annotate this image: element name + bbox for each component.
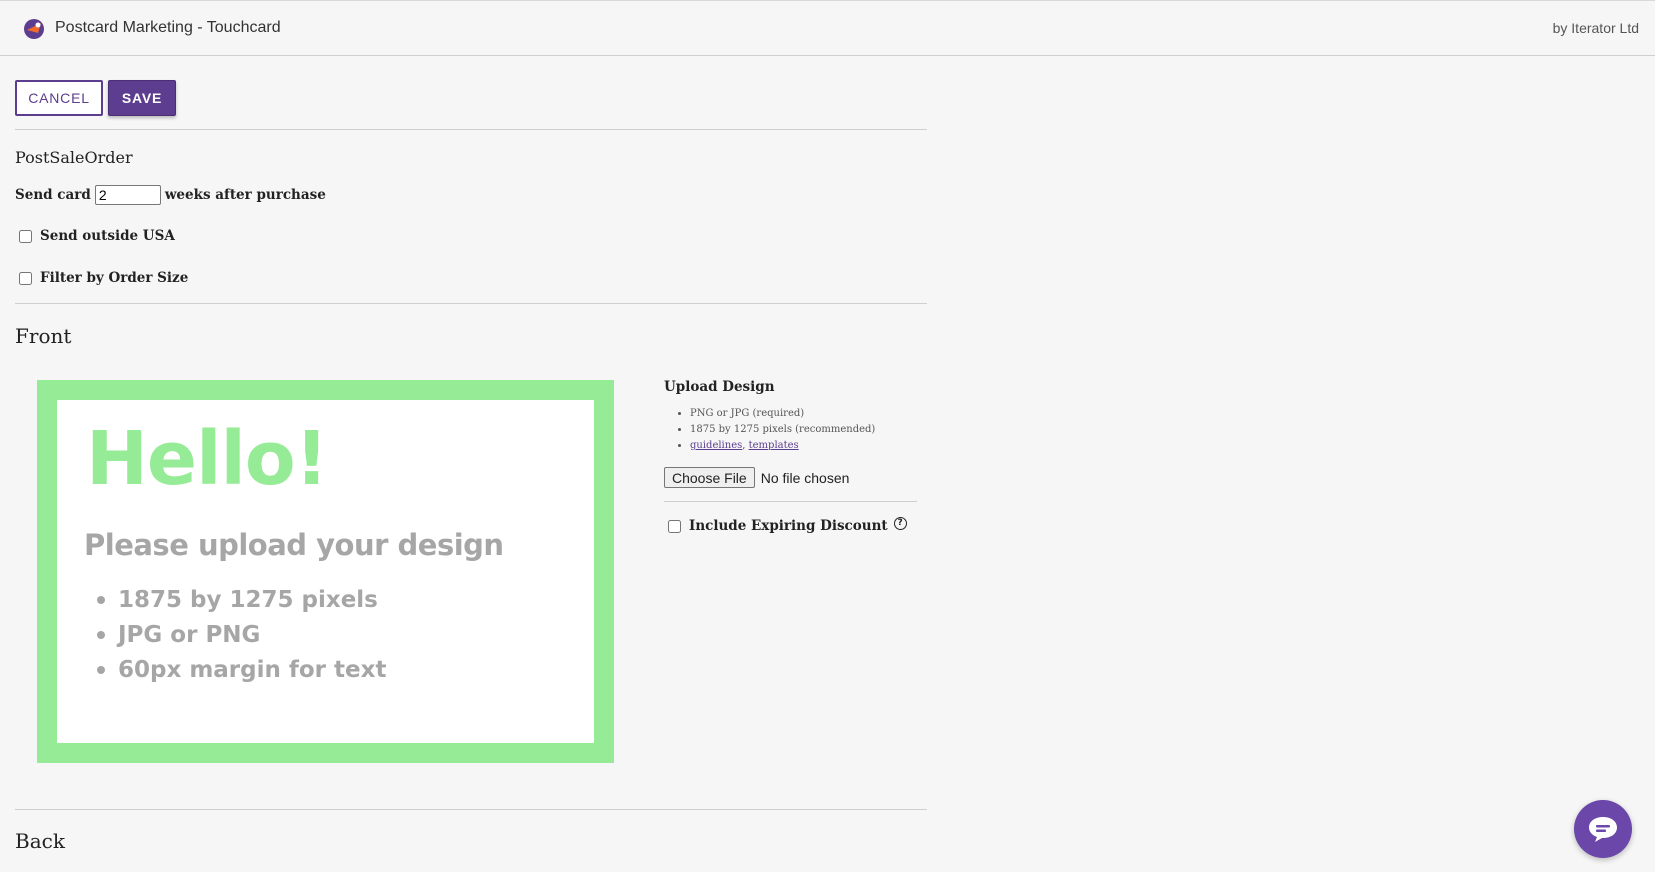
expiring-discount-label: Include Expiring Discount <box>689 518 888 534</box>
front-heading: Front <box>15 324 72 348</box>
campaign-name: PostSaleOrder <box>15 148 133 167</box>
upload-requirements-list: PNG or JPG (required) 1875 by 1275 pixel… <box>690 408 875 456</box>
top-bar: Postcard Marketing - Touchcard by Iterat… <box>0 0 1655 56</box>
weeks-input[interactable] <box>94 185 161 205</box>
list-item: PNG or JPG (required) <box>690 408 875 424</box>
filter-order-size-row[interactable]: Filter by Order Size <box>19 270 188 286</box>
postcard-front-preview: Hello! Please upload your design 1875 by… <box>37 380 614 763</box>
list-item: 1875 by 1275 pixels <box>97 582 386 617</box>
divider <box>664 501 917 502</box>
send-outside-usa-row[interactable]: Send outside USA <box>19 228 175 244</box>
send-outside-usa-checkbox[interactable] <box>19 229 32 243</box>
list-item: guidelines, templates <box>690 440 875 456</box>
link-separator: , <box>742 440 746 451</box>
touchcard-logo-icon <box>24 19 44 39</box>
send-delay-row: Send card weeks after purchase <box>15 185 326 205</box>
filter-order-size-label: Filter by Order Size <box>40 270 189 286</box>
divider <box>15 809 927 810</box>
divider <box>15 303 927 304</box>
postcard-front-canvas: Hello! Please upload your design 1875 by… <box>57 400 594 743</box>
file-upload-control: Choose File No file chosen <box>664 467 849 488</box>
expiring-discount-checkbox[interactable] <box>668 519 681 533</box>
list-item: 60px margin for text <box>97 652 386 687</box>
templates-link[interactable]: templates <box>749 440 799 451</box>
back-heading: Back <box>15 829 65 853</box>
filter-order-size-checkbox[interactable] <box>19 271 32 285</box>
vendor-credit: by Iterator Ltd <box>1552 20 1639 36</box>
cancel-button[interactable]: CANCEL <box>15 80 103 116</box>
card-requirements-list: 1875 by 1275 pixels JPG or PNG 60px marg… <box>97 582 386 687</box>
app-title: Postcard Marketing - Touchcard <box>55 19 281 36</box>
choose-file-button[interactable]: Choose File <box>664 467 755 488</box>
guidelines-link[interactable]: guidelines <box>690 440 742 451</box>
chat-bubble-icon <box>1589 817 1617 842</box>
send-delay-suffix: weeks after purchase <box>164 187 326 203</box>
list-item: 1875 by 1275 pixels (recommended) <box>690 424 875 440</box>
question-circle-icon[interactable]: ? <box>893 516 907 530</box>
expiring-discount-row[interactable]: Include Expiring Discount ? <box>668 516 907 534</box>
chat-button[interactable] <box>1574 800 1632 858</box>
list-item: JPG or PNG <box>97 617 386 652</box>
send-delay-prefix: Send card <box>15 187 91 203</box>
card-hello-text: Hello! <box>86 416 328 502</box>
divider <box>15 129 927 130</box>
save-button[interactable]: SAVE <box>108 80 176 116</box>
card-subtitle: Please upload your design <box>84 528 504 562</box>
file-status-text: No file chosen <box>760 469 850 486</box>
upload-design-title: Upload Design <box>664 379 775 395</box>
send-outside-usa-label: Send outside USA <box>40 228 175 244</box>
